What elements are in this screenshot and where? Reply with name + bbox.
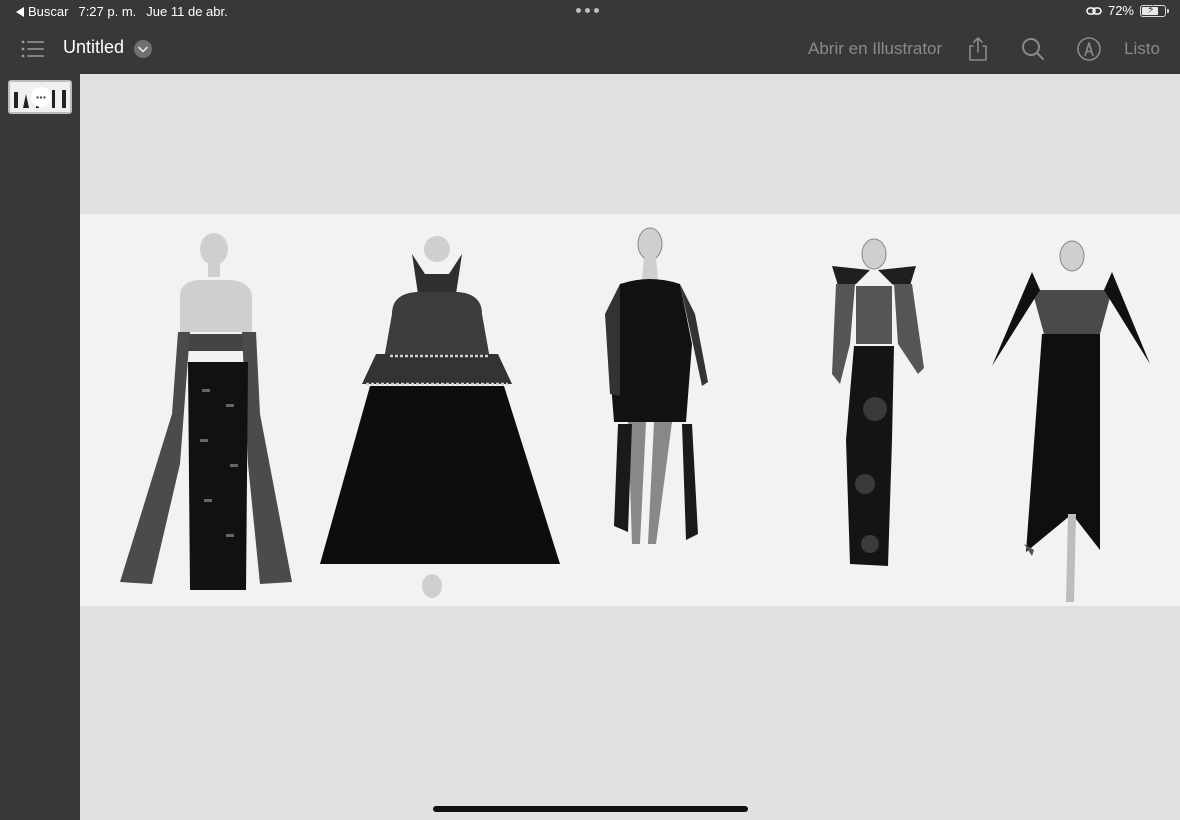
pages-sidebar bbox=[0, 74, 80, 820]
done-button[interactable]: Listo bbox=[1124, 39, 1160, 59]
search-icon[interactable] bbox=[1020, 36, 1046, 62]
battery-percent: 72% bbox=[1107, 3, 1134, 18]
status-date: Jue 11 de abr. bbox=[146, 4, 228, 19]
status-left: Buscar 7:27 p. m. Jue 11 de abr. bbox=[16, 4, 228, 19]
home-indicator[interactable] bbox=[433, 806, 748, 812]
figure-2 bbox=[320, 236, 560, 598]
markup-icon[interactable] bbox=[1076, 36, 1102, 62]
status-right: 72% ⚡ bbox=[1086, 3, 1169, 18]
app-toolbar: Untitled Abrir en Illustrator Listo bbox=[0, 24, 1180, 74]
status-bar: Buscar 7:27 p. m. Jue 11 de abr. 72% ⚡ bbox=[0, 0, 1180, 24]
open-in-illustrator-button[interactable]: Abrir en Illustrator bbox=[808, 39, 942, 59]
document-canvas[interactable] bbox=[80, 74, 1180, 820]
back-label: Buscar bbox=[28, 4, 69, 19]
fashion-illustration-artboard bbox=[80, 214, 1180, 606]
back-arrow-icon bbox=[16, 6, 24, 17]
link-icon bbox=[1086, 6, 1102, 15]
fashion-illustrations bbox=[120, 227, 1150, 602]
list-icon[interactable] bbox=[20, 38, 46, 60]
page-thumbnail[interactable] bbox=[8, 80, 72, 114]
share-icon[interactable] bbox=[965, 36, 991, 62]
chevron-down-icon bbox=[138, 46, 148, 53]
multitasking-dots-icon[interactable] bbox=[576, 8, 599, 13]
title-menu-button[interactable] bbox=[134, 40, 152, 58]
figure-5 bbox=[992, 240, 1150, 602]
document-title[interactable]: Untitled bbox=[63, 37, 124, 58]
back-to-app-link[interactable]: Buscar bbox=[16, 4, 68, 19]
thumbnail-options-icon[interactable] bbox=[31, 87, 51, 107]
figure-3 bbox=[605, 227, 708, 544]
battery-icon: ⚡ bbox=[1140, 4, 1169, 17]
figure-1 bbox=[120, 233, 292, 590]
status-time: 7:27 p. m. bbox=[78, 4, 137, 19]
figure-4 bbox=[832, 238, 924, 566]
